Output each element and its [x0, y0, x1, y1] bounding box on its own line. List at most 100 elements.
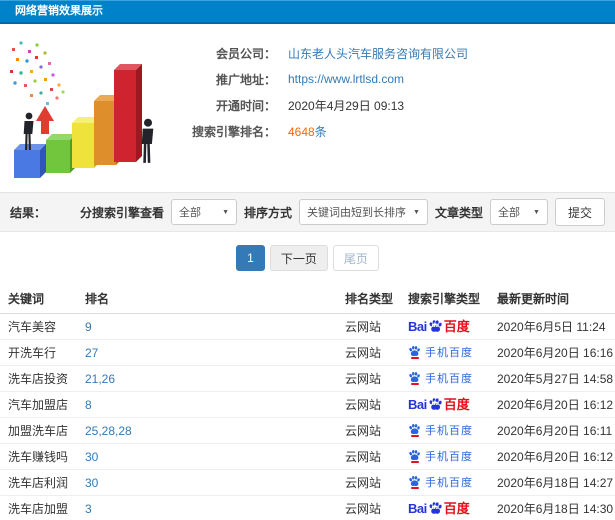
engine-rank-count: 4648 [288, 124, 315, 139]
promo-url-row: 推广地址： https://www.lrtlsd.com [184, 66, 615, 92]
mobile-baidu-paw-icon [408, 475, 421, 489]
update-time-cell: 2020年5月27日 14:58 [489, 365, 615, 392]
rank-type-cell: 云网站 [337, 443, 400, 470]
ranking-table-body: 汽车美容 9 云网站 Bai du 百度 2020年6月5日 11:24 开洗车… [0, 313, 615, 520]
article-type-select[interactable]: 全部 ▼ [489, 199, 548, 225]
mobile-baidu-label: 手机百度 [425, 451, 473, 463]
baidu-paw-icon: du [428, 319, 443, 334]
promo-url-link[interactable]: https://www.lrtlsd.com [288, 72, 404, 86]
update-time-cell: 2020年6月18日 14:30 [489, 495, 615, 520]
table-row: 加盟洗车店 25,28,28 云网站 手机百度 2020年6月20日 16:11 [0, 417, 615, 444]
page-header: 网络营销效果展示 [0, 0, 615, 24]
marketing-effect-page: 网络营销效果展示 会员公司： 山东老人头汽车服务咨询有限公司 推广地址： htt… [0, 0, 615, 520]
mobile-baidu-logo: 手机百度 [408, 474, 473, 490]
engine-cell: Bai du 百度 [400, 495, 489, 520]
growth-chart-illustration [10, 41, 154, 178]
engine-filter-value: 全部 [179, 207, 202, 219]
engine-filter-select[interactable]: 全部 ▼ [171, 199, 238, 225]
keyword-cell: 洗车赚钱吗 [0, 443, 77, 470]
mobile-baidu-paw-icon [408, 423, 421, 437]
filter-group: 分搜索引擎查看 全部 ▼ 排序方式 关键词由短到长排序 ▼ 文章类型 全部 ▼ … [80, 198, 605, 226]
engine-type-header: 搜索引擎类型 [400, 284, 489, 314]
table-row: 汽车加盟店 8 云网站 Bai du 百度 2020年6月20日 16:12 [0, 391, 615, 418]
rank-type-cell: 云网站 [337, 339, 400, 366]
rank-link[interactable]: 30 [85, 450, 98, 464]
table-row: 洗车店利润 30 云网站 手机百度 2020年6月18日 14:27 [0, 469, 615, 496]
keyword-cell: 加盟洗车店 [0, 417, 77, 444]
update-time-cell: 2020年6月20日 16:12 [489, 443, 615, 470]
baidu-logo: Bai du 百度 [408, 397, 470, 412]
chevron-down-icon: ▼ [533, 208, 540, 216]
sort-filter-label: 排序方式 [244, 205, 293, 220]
mobile-baidu-paw-icon [408, 371, 421, 385]
table-header-row: 关键词 排名 排名类型 搜索引擎类型 最新更新时间 [0, 284, 615, 314]
rank-link[interactable]: 21,26 [85, 372, 115, 386]
article-type-label: 文章类型 [434, 205, 483, 220]
rank-type-cell: 云网站 [337, 365, 400, 392]
baidu-logo: Bai du 百度 [408, 319, 470, 334]
rank-link[interactable]: 8 [85, 398, 92, 412]
rank-type-cell: 云网站 [337, 313, 400, 340]
rank-link[interactable]: 25,28,28 [85, 424, 132, 438]
keyword-cell: 开洗车行 [0, 339, 77, 366]
rank-link[interactable]: 3 [85, 502, 92, 516]
sort-filter-value: 关键词由短到长排序 [307, 207, 407, 219]
engine-filter-label: 分搜索引擎查看 [80, 205, 165, 220]
rank-type-header: 排名类型 [337, 284, 400, 314]
mobile-baidu-paw-icon [408, 345, 421, 359]
promo-url-label: 推广地址： [215, 72, 276, 87]
mobile-baidu-logo: 手机百度 [408, 448, 473, 464]
update-time-cell: 2020年6月18日 14:27 [489, 469, 615, 496]
engine-rank-label: 搜索引擎排名： [191, 124, 276, 139]
rank-type-cell: 云网站 [337, 417, 400, 444]
baidu-paw-icon: du [428, 397, 443, 412]
keyword-cell: 洗车店加盟 [0, 495, 77, 520]
businessman-right [141, 118, 154, 163]
result-filter-bar: 结果： 分搜索引擎查看 全部 ▼ 排序方式 关键词由短到长排序 ▼ 文章类型 全… [0, 192, 615, 232]
submit-button[interactable]: 提交 [554, 198, 605, 226]
engine-cell: Bai du 百度 [400, 391, 489, 418]
table-row: 洗车赚钱吗 30 云网站 手机百度 2020年6月20日 16:12 [0, 443, 615, 470]
sort-filter-select[interactable]: 关键词由短到长排序 ▼ [299, 199, 428, 225]
last-page-button[interactable]: 尾页 [332, 245, 379, 271]
bar-red [114, 64, 142, 162]
engine-cell: 手机百度 [400, 443, 489, 470]
mobile-baidu-label: 手机百度 [425, 373, 473, 385]
company-info-section: 会员公司： 山东老人头汽车服务咨询有限公司 推广地址： https://www.… [0, 24, 615, 192]
rank-link[interactable]: 30 [85, 476, 98, 490]
engine-cell: 手机百度 [400, 469, 489, 496]
chevron-down-icon: ▼ [222, 208, 230, 216]
engine-cell: 手机百度 [400, 417, 489, 444]
result-label: 结果： [10, 205, 47, 220]
rank-header: 排名 [77, 284, 337, 314]
mobile-baidu-label: 手机百度 [425, 347, 473, 359]
member-company-label: 会员公司： [215, 46, 276, 61]
keyword-cell: 洗车店投资 [0, 365, 77, 392]
keyword-header: 关键词 [0, 284, 77, 314]
open-time-row: 开通时间： 2020年4月29日 09:13 [184, 92, 615, 118]
mobile-baidu-logo: 手机百度 [408, 370, 473, 386]
up-arrow-icon [36, 106, 54, 134]
next-page-button[interactable]: 下一页 [269, 245, 328, 271]
keyword-cell: 洗车店利润 [0, 469, 77, 496]
keyword-cell: 汽车加盟店 [0, 391, 77, 418]
table-row: 汽车美容 9 云网站 Bai du 百度 2020年6月5日 11:24 [0, 313, 615, 340]
update-time-cell: 2020年6月5日 11:24 [489, 313, 615, 340]
mobile-baidu-paw-icon [408, 449, 421, 463]
member-company-link[interactable]: 山东老人头汽车服务咨询有限公司 [288, 47, 468, 61]
open-time-label: 开通时间： [215, 98, 276, 113]
rank-type-cell: 云网站 [337, 391, 400, 418]
page-1-button[interactable]: 1 [236, 245, 265, 271]
rank-link[interactable]: 9 [85, 320, 92, 334]
page-title: 网络营销效果展示 [15, 5, 103, 17]
ranking-table: 关键词 排名 排名类型 搜索引擎类型 最新更新时间 汽车美容 9 云网站 Bai [0, 284, 615, 520]
update-time-cell: 2020年6月20日 16:12 [489, 391, 615, 418]
rank-link[interactable]: 27 [85, 346, 98, 360]
update-time-cell: 2020年6月20日 16:16 [489, 339, 615, 366]
engine-rank-unit: 条 [314, 124, 327, 139]
table-row: 开洗车行 27 云网站 手机百度 2020年6月20日 16:16 [0, 339, 615, 366]
pagination: 1 下一页 尾页 [0, 245, 615, 271]
open-time-value: 2020年4月29日 09:13 [288, 98, 405, 113]
update-time-header: 最新更新时间 [489, 284, 615, 314]
company-info-list: 会员公司： 山东老人头汽车服务咨询有限公司 推广地址： https://www.… [184, 24, 615, 192]
